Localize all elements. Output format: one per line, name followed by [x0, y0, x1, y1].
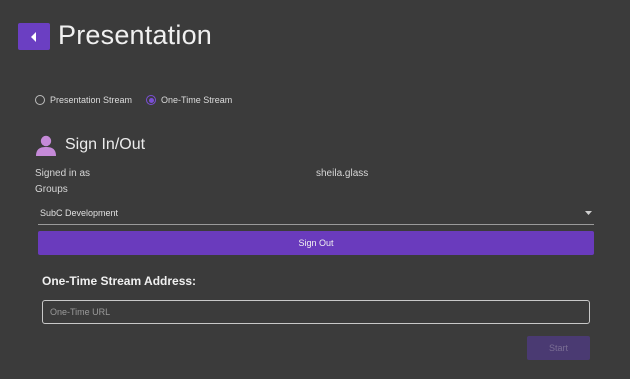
back-button[interactable]	[18, 23, 50, 50]
page-title: Presentation	[58, 20, 212, 50]
radio-checked-icon	[146, 95, 157, 105]
signed-in-username: sheila.glass	[316, 168, 369, 179]
radio-unchecked-icon	[35, 95, 45, 105]
signed-in-label: Signed in as	[35, 168, 91, 179]
radio-presentation-stream[interactable]: Presentation Stream	[35, 95, 132, 105]
radio-label: One-Time Stream	[161, 95, 233, 105]
signin-section-header: Sign In/Out	[35, 134, 145, 156]
chevron-down-icon	[585, 211, 592, 215]
one-time-url-input[interactable]	[42, 300, 590, 324]
presentation-page: Presentation Presentation Stream One-Tim…	[0, 0, 630, 379]
groups-dropdown-value: SubC Development	[40, 208, 119, 218]
start-button[interactable]: Start	[527, 336, 590, 360]
groups-dropdown[interactable]: SubC Development	[38, 203, 594, 225]
stream-mode-radio-group: Presentation Stream One-Time Stream	[35, 95, 246, 105]
user-icon	[36, 135, 56, 156]
one-time-stream-heading: One-Time Stream Address:	[42, 274, 197, 288]
radio-one-time-stream[interactable]: One-Time Stream	[146, 95, 232, 105]
signin-title: Sign In/Out	[65, 136, 146, 153]
radio-label: Presentation Stream	[50, 95, 133, 105]
sign-out-label: Sign Out	[298, 238, 334, 248]
groups-label: Groups	[35, 184, 68, 195]
sign-out-button[interactable]: Sign Out	[38, 231, 594, 255]
start-label: Start	[548, 343, 568, 353]
chevron-left-icon	[31, 31, 36, 42]
